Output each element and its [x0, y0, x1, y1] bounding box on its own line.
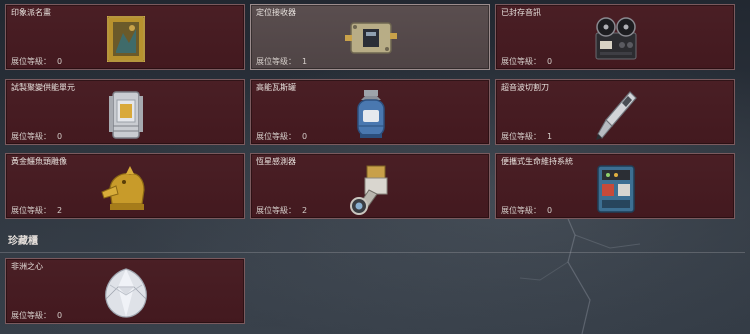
framed-painting-icon: [107, 16, 145, 62]
life-support-system-icon: [597, 165, 635, 213]
heart-of-africa-diamond-icon: [105, 268, 147, 318]
card-level: 展位等級： 0: [11, 311, 63, 320]
card-level: 展位等級： 1: [501, 132, 553, 141]
star-sensor-icon: [350, 165, 388, 215]
exhibit-card-fusion-power-cell[interactable]: 試製聚變供能單元 展位等級： 0: [5, 79, 245, 145]
locator-receiver-icon: [345, 22, 397, 54]
card-title: 超音波切割刀: [501, 83, 549, 92]
fusion-power-cell-icon: [109, 91, 143, 139]
exhibit-card-golden-crocodile-head[interactable]: 黃金鱷魚頭雕像 展位等級： 2: [5, 153, 245, 219]
card-title: 便攜式生命維持系統: [501, 157, 573, 166]
card-level: 展位等级： 1: [256, 57, 308, 66]
card-title: 恆星感測器: [256, 157, 296, 166]
exhibit-card-portable-life-support[interactable]: 便攜式生命維持系統 展位等級： 0: [495, 153, 735, 219]
card-title: 已封存音訊: [501, 8, 541, 17]
card-level: 展位等級： 0: [501, 57, 553, 66]
card-level: 展位等級： 0: [11, 57, 63, 66]
section-divider: [0, 252, 745, 253]
exhibit-card-sealed-audio[interactable]: 已封存音訊 展位等級： 0: [495, 4, 735, 70]
card-title: 印象派名畫: [11, 8, 51, 17]
exhibit-card-gas-canister[interactable]: 高能瓦斯罐 展位等級： 0: [250, 79, 490, 145]
exhibit-card-impressionist-painting[interactable]: 印象派名畫 展位等級： 0: [5, 4, 245, 70]
card-title: 高能瓦斯罐: [256, 83, 296, 92]
card-level: 展位等級： 0: [256, 132, 308, 141]
collection-section-header: 珍藏櫃: [8, 236, 38, 247]
card-title: 黃金鱷魚頭雕像: [11, 157, 67, 166]
card-title: 試製聚變供能單元: [11, 83, 75, 92]
gas-canister-icon: [357, 90, 385, 138]
ultrasonic-cutter-icon: [596, 91, 637, 140]
golden-crocodile-head-icon: [101, 166, 145, 210]
card-level: 展位等級： 2: [256, 206, 308, 215]
card-level: 展位等級： 2: [11, 206, 63, 215]
exhibit-card-ultrasonic-cutter[interactable]: 超音波切割刀 展位等級： 1: [495, 79, 735, 145]
card-level: 展位等級： 0: [501, 206, 553, 215]
exhibit-card-star-sensor[interactable]: 恆星感測器 展位等級： 2: [250, 153, 490, 219]
reel-tape-recorder-icon: [595, 17, 637, 60]
exhibit-card-heart-of-africa[interactable]: 非洲之心 展位等級： 0: [5, 258, 245, 324]
card-level: 展位等級： 0: [11, 132, 63, 141]
card-title: 定位接收器: [256, 8, 296, 17]
card-title: 非洲之心: [11, 262, 43, 271]
exhibit-card-locator-receiver[interactable]: 定位接收器 展位等级： 1: [250, 4, 490, 70]
